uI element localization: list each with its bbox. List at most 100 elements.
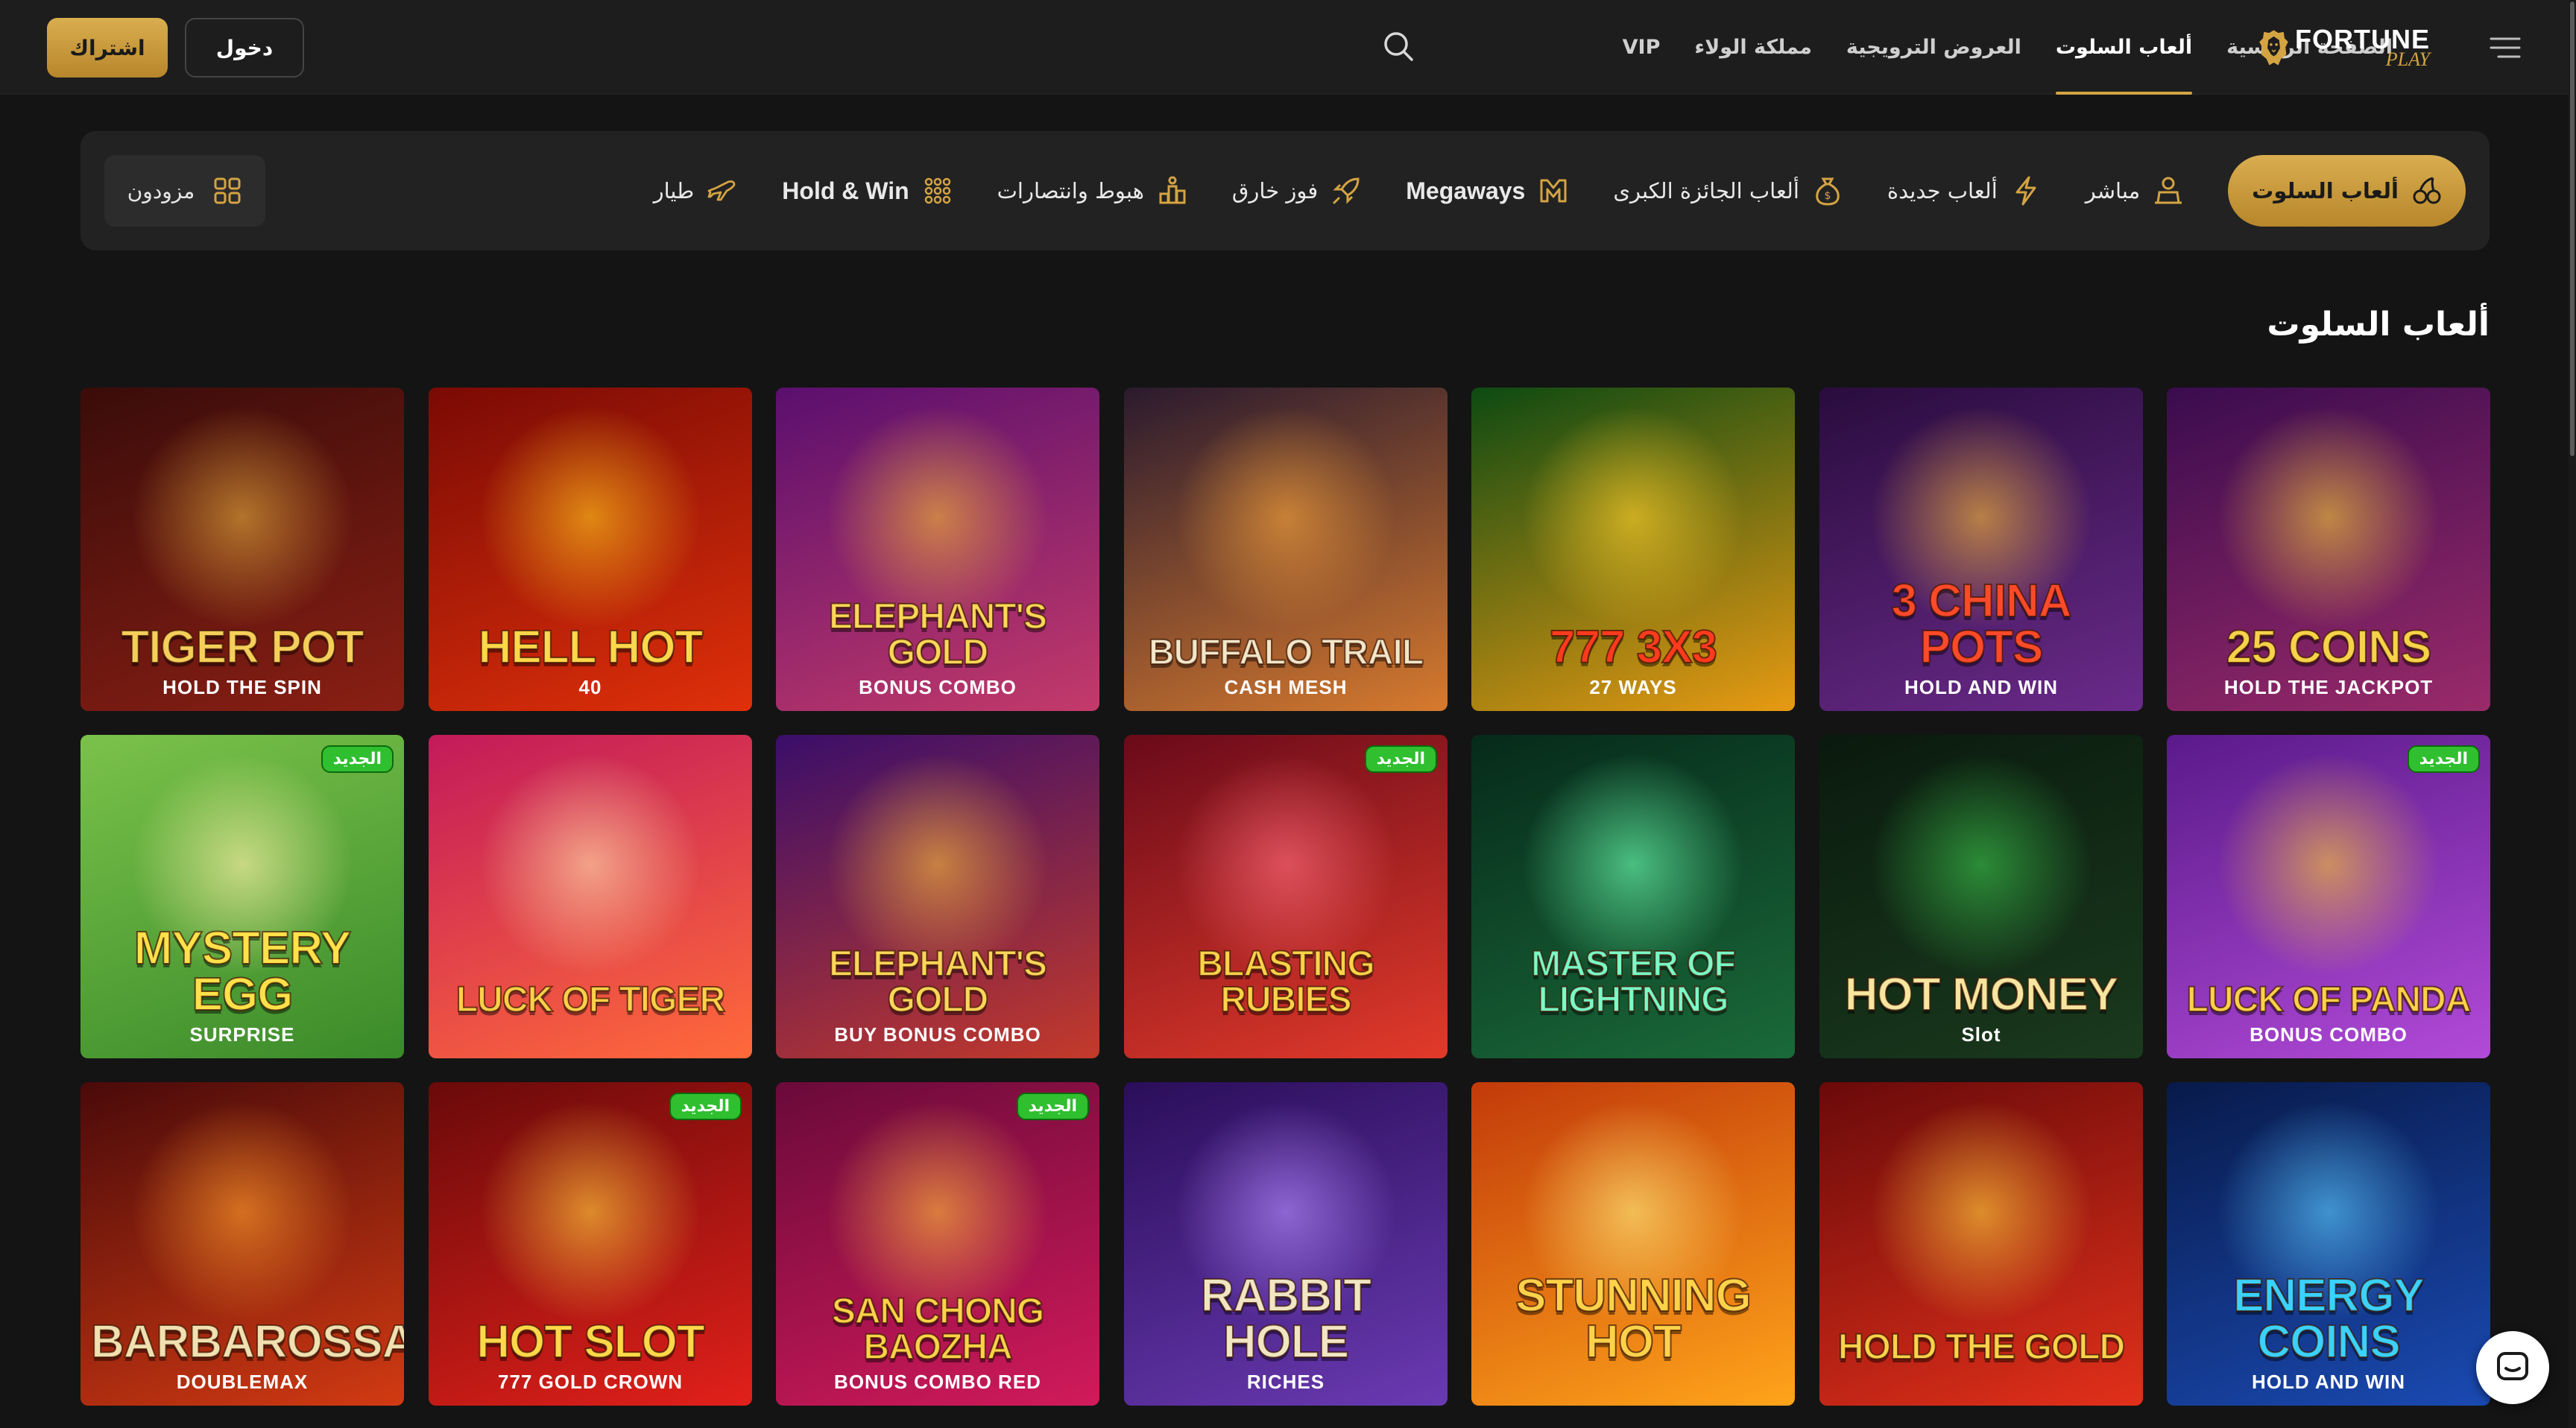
game-tile[interactable]: ENERGY COINS HOLD AND WIN [2167, 1082, 2490, 1406]
game-artwork-glow [1521, 752, 1745, 976]
live-dealer-icon [2155, 177, 2182, 204]
svg-text:$: $ [1824, 190, 1831, 202]
category-slots[interactable]: ألعاب السلوت [2228, 155, 2466, 227]
section-title: ألعاب السلوت [2267, 306, 2490, 344]
category-megaways[interactable]: Megaways [1406, 174, 1570, 207]
game-tile[interactable]: BARBAROSSA DOUBLEMAX [80, 1082, 404, 1406]
game-tile[interactable]: BLASTING RUBIES الجديد [1124, 735, 1448, 1058]
game-tile[interactable]: ELEPHANT'S GOLD BUY BONUS COMBO [776, 735, 1099, 1058]
game-artwork-glow [479, 405, 702, 629]
category-live[interactable]: مباشر [2086, 174, 2185, 207]
providers-label: مزودون [127, 178, 195, 203]
chat-button[interactable] [2476, 1331, 2549, 1404]
new-badge: الجديد [669, 1093, 742, 1120]
game-tile[interactable]: HOT MONEY Slot [1819, 735, 2143, 1058]
nav-loyalty[interactable]: مملكة الولاء [1694, 0, 1812, 95]
game-artwork-glow [1869, 752, 2093, 976]
game-title: RABBIT HOLE [1200, 1270, 1372, 1368]
hamburger-menu-icon[interactable] [2488, 33, 2522, 63]
category-new-games[interactable]: ألعاب جديدة [1887, 174, 2042, 207]
category-jackpot[interactable]: $ ألعاب الجائزة الكبرى [1613, 174, 1844, 207]
category-label: فوز خارق [1231, 178, 1319, 203]
new-badge: الجديد [1364, 745, 1437, 773]
game-tile[interactable]: 777 3X3 27 WAYS [1471, 388, 1795, 711]
game-subtitle: CASH MESH [1224, 676, 1348, 698]
game-artwork-glow [826, 405, 1049, 629]
login-button[interactable]: دخول [185, 18, 304, 78]
game-title: HOLD THE GOLD [1837, 1327, 2126, 1367]
game-tile[interactable]: 25 COINS HOLD THE JACKPOT [2167, 388, 2490, 711]
game-artwork-glow [479, 1099, 702, 1324]
signup-button[interactable]: اشتراك [47, 18, 168, 78]
providers-button[interactable]: مزودون [104, 155, 265, 227]
grid-dots-icon [924, 177, 950, 204]
game-tile[interactable]: HOLD THE GOLD [1819, 1082, 2143, 1406]
game-title: 3 CHINA POTS [1890, 575, 2072, 673]
category-label: هبوط وانتصارات [997, 178, 1144, 203]
search-icon[interactable] [1380, 28, 1416, 64]
game-subtitle: Slot [1961, 1023, 2001, 1046]
game-subtitle: HOLD AND WIN [1904, 676, 2058, 698]
new-badge: الجديد [2407, 745, 2480, 773]
game-tile[interactable]: HOT SLOT 777 GOLD CROWN الجديد [429, 1082, 752, 1406]
rocket-icon [1333, 177, 1360, 204]
game-subtitle: HOLD AND WIN [2251, 1371, 2405, 1393]
game-artwork-glow [1174, 752, 1398, 976]
game-tile[interactable]: ELEPHANT'S GOLD BONUS COMBO [776, 388, 1099, 711]
game-artwork-glow [2217, 405, 2440, 629]
game-title: 777 3X3 [1549, 622, 1718, 673]
game-artwork-glow [130, 1099, 354, 1324]
category-cascade[interactable]: هبوط وانتصارات [997, 174, 1189, 207]
category-bar: مزودون ألعاب السلوت مباشر ألعاب جديدة $ … [80, 131, 2490, 250]
game-title: BLASTING RUBIES [1196, 944, 1375, 1020]
game-tile[interactable]: LUCK OF PANDA BONUS COMBO الجديد [2167, 735, 2490, 1058]
page-scrollbar[interactable] [2569, 0, 2576, 1428]
megaways-icon [1540, 179, 1567, 203]
game-tile[interactable]: TIGER POT HOLD THE SPIN [80, 388, 404, 711]
game-tile[interactable]: SAN CHONG BAOZHA BONUS COMBO RED الجديد [776, 1082, 1099, 1406]
game-tile[interactable]: BUFFALO TRAIL CASH MESH [1124, 388, 1448, 711]
game-subtitle: 777 GOLD CROWN [497, 1371, 684, 1393]
game-title: ELEPHANT'S GOLD [828, 597, 1048, 672]
game-tile[interactable]: MYSTERY EGG SURPRISE الجديد [80, 735, 404, 1058]
game-tile[interactable]: RABBIT HOLE RICHES [1124, 1082, 1448, 1406]
category-label: ألعاب الجائزة الكبرى [1613, 178, 1799, 203]
game-tile[interactable]: LUCK OF TIGER [429, 735, 752, 1058]
brand-logo[interactable]: FORTUNE PLAY [2258, 13, 2430, 82]
game-artwork-glow [479, 752, 702, 976]
game-subtitle: BONUS COMBO [2250, 1023, 2408, 1046]
game-subtitle: RICHES [1246, 1371, 1325, 1393]
game-subtitle: 27 WAYS [1589, 676, 1677, 698]
game-tile[interactable]: HELL HOT 40 [429, 388, 752, 711]
game-title: LUCK OF TIGER [455, 980, 726, 1020]
game-title: BUFFALO TRAIL [1148, 633, 1424, 672]
category-aviator[interactable]: طيار [654, 174, 739, 207]
game-title: MYSTERY EGG [133, 923, 352, 1020]
nav-vip[interactable]: VIP [1623, 0, 1661, 95]
scrollbar-thumb[interactable] [2570, 1, 2575, 456]
game-artwork-glow [2217, 752, 2440, 976]
game-artwork-glow [1869, 1099, 2093, 1324]
game-title: HOT MONEY [1844, 969, 2119, 1020]
game-subtitle: BONUS COMBO RED [834, 1371, 1041, 1393]
category-hold-win[interactable]: Hold & Win [782, 174, 953, 207]
game-tile[interactable]: MASTER OF LIGHTNING [1471, 735, 1795, 1058]
game-subtitle: BUY BONUS COMBO [834, 1023, 1041, 1046]
nav-slots[interactable]: ألعاب السلوت [2055, 0, 2193, 95]
game-tile[interactable]: 3 CHINA POTS HOLD AND WIN [1819, 388, 2143, 711]
game-subtitle: HOLD THE SPIN [162, 676, 322, 698]
game-artwork-glow [1174, 405, 1398, 629]
category-list: ألعاب السلوت مباشر ألعاب جديدة $ ألعاب ا… [654, 154, 2466, 228]
game-subtitle: DOUBLEMAX [176, 1371, 309, 1393]
nav-promotions[interactable]: العروض الترويجية [1846, 0, 2021, 95]
category-super-win[interactable]: فوز خارق [1232, 174, 1363, 207]
category-label: Hold & Win [782, 177, 909, 204]
category-label: ألعاب السلوت [2252, 178, 2399, 203]
plane-icon [707, 180, 736, 201]
chat-icon [2497, 1352, 2528, 1380]
new-badge: الجديد [321, 745, 394, 773]
game-tile[interactable]: STUNNING HOT [1471, 1082, 1795, 1406]
game-title: MASTER OF LIGHTNING [1530, 944, 1737, 1020]
game-artwork-glow [130, 405, 354, 629]
game-subtitle: BONUS COMBO [859, 676, 1017, 698]
